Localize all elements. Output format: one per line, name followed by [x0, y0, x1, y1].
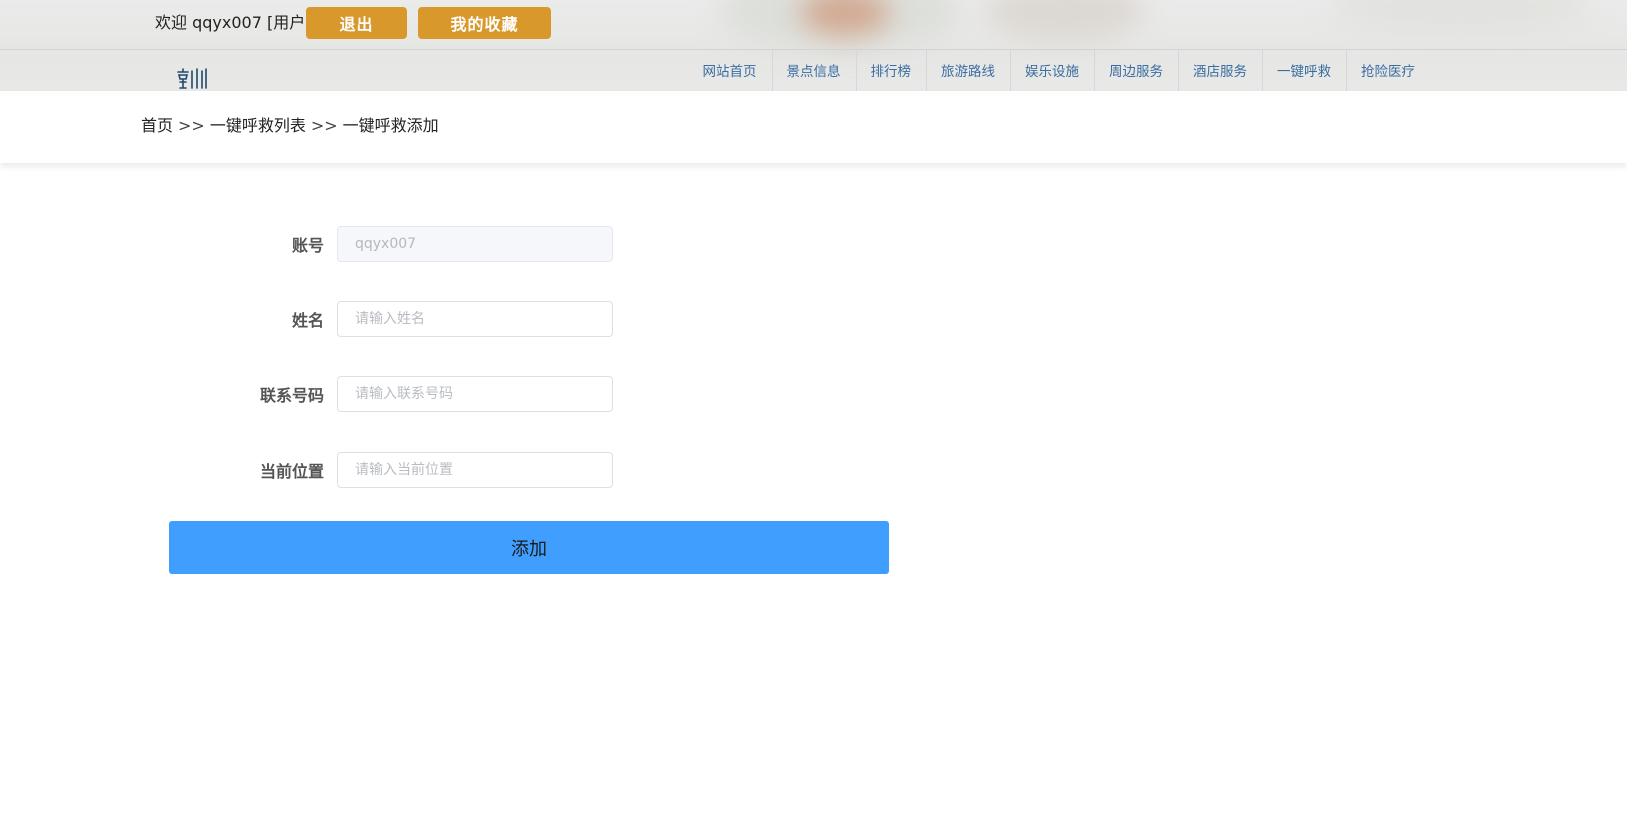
location-label: 当前位置 — [259, 462, 324, 481]
nav-item-nearby-services[interactable]: 周边服务 — [1094, 50, 1178, 91]
breadcrumb: 首页 >> 一键呼救列表 >> 一键呼救添加 — [141, 115, 439, 137]
form-row-name: 姓名 — [0, 301, 620, 337]
breadcrumb-bar: 首页 >> 一键呼救列表 >> 一键呼救添加 — [0, 91, 1627, 163]
site-header: 欢迎 qqyx007 [用户] 退出 我的收藏 网站首页 景点信息 排行榜 旅游… — [0, 0, 1627, 91]
location-field[interactable] — [337, 452, 613, 488]
name-label: 姓名 — [291, 311, 324, 330]
top-bar: 欢迎 qqyx007 [用户] 退出 我的收藏 — [0, 0, 1627, 50]
nav-item-rescue-medical[interactable]: 抢险医疗 — [1346, 50, 1430, 91]
nav-item-entertainment[interactable]: 娱乐设施 — [1010, 50, 1094, 91]
phone-label: 联系号码 — [259, 386, 324, 405]
welcome-text: 欢迎 qqyx007 [用户] — [155, 13, 312, 32]
nav-item-attractions[interactable]: 景点信息 — [771, 50, 856, 91]
add-button[interactable]: 添加 — [169, 521, 889, 574]
logout-button[interactable]: 退出 — [306, 7, 407, 39]
nav-item-emergency-call[interactable]: 一键呼救 — [1262, 50, 1346, 91]
main-nav: 网站首页 景点信息 排行榜 旅游路线 娱乐设施 周边服务 酒店服务 一键呼救 抢… — [688, 50, 1431, 91]
site-logo-icon[interactable] — [175, 66, 211, 91]
account-label: 账号 — [291, 236, 324, 255]
nav-item-routes[interactable]: 旅游路线 — [926, 50, 1010, 91]
favorites-button[interactable]: 我的收藏 — [418, 7, 551, 39]
form-row-location: 当前位置 — [0, 452, 620, 488]
breadcrumb-home[interactable]: 首页 — [141, 116, 173, 135]
phone-field[interactable] — [337, 376, 613, 412]
form-row-phone: 联系号码 — [0, 376, 620, 412]
breadcrumb-separator: >> — [310, 116, 338, 135]
form-row-account: 账号 — [0, 226, 620, 262]
nav-item-hotel-services[interactable]: 酒店服务 — [1178, 50, 1262, 91]
nav-item-ranking[interactable]: 排行榜 — [855, 50, 927, 91]
name-field[interactable] — [337, 301, 613, 337]
breadcrumb-separator: >> — [178, 116, 205, 135]
nav-item-home[interactable]: 网站首页 — [688, 50, 772, 90]
account-field — [337, 226, 613, 262]
breadcrumb-list[interactable]: 一键呼救列表 — [210, 116, 306, 135]
breadcrumb-current: 一键呼救添加 — [342, 116, 439, 135]
